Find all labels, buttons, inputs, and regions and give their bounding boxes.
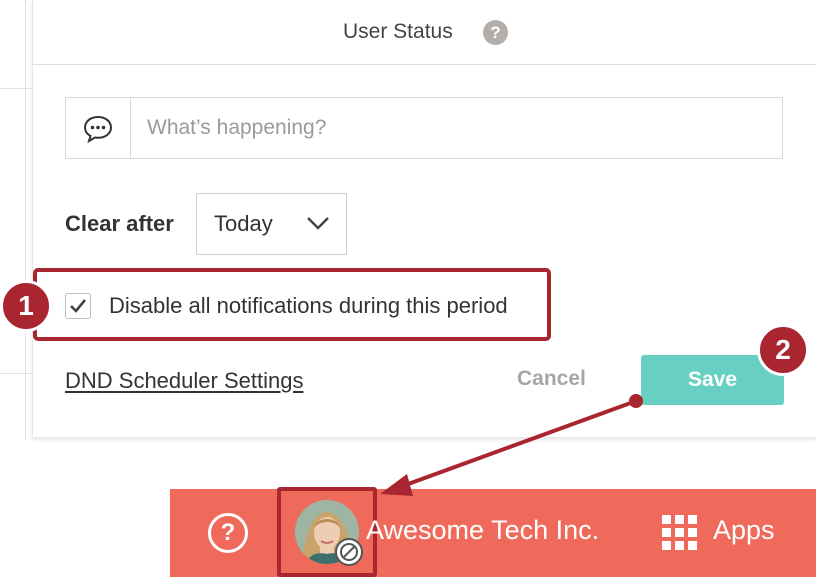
cancel-button[interactable]: Cancel [517,367,586,391]
user-status-panel: User Status ? What’s happening? Clear af… [32,0,816,437]
status-placeholder[interactable]: What’s happening? [147,116,326,140]
background-divider [0,88,32,89]
speech-bubble-icon [83,115,113,143]
company-name[interactable]: Awesome Tech Inc. [366,515,599,546]
apps-grid-icon [662,515,698,551]
step-1-badge: 1 [0,280,52,332]
help-icon[interactable]: ? [483,20,508,45]
callout-highlight-box [277,487,377,577]
background-divider [25,0,26,440]
panel-header: User Status ? [33,0,816,65]
clear-after-value: Today [214,211,273,236]
bottom-bar: ? Awesome Tech Inc. Apps [170,487,816,577]
status-input[interactable]: What’s happening? [65,97,783,159]
step-2-badge: 2 [757,324,809,376]
emoji-picker-button[interactable] [66,98,131,158]
background-divider [0,373,32,374]
help-icon[interactable]: ? [208,513,248,553]
clear-after-select[interactable]: Today [196,193,347,255]
callout-highlight-box [33,268,551,341]
chevron-down-icon [307,217,329,230]
clear-after-label: Clear after [65,211,174,236]
panel-title: User Status [343,20,453,43]
apps-label: Apps [713,515,775,545]
dnd-scheduler-settings-link[interactable]: DND Scheduler Settings [65,368,303,394]
